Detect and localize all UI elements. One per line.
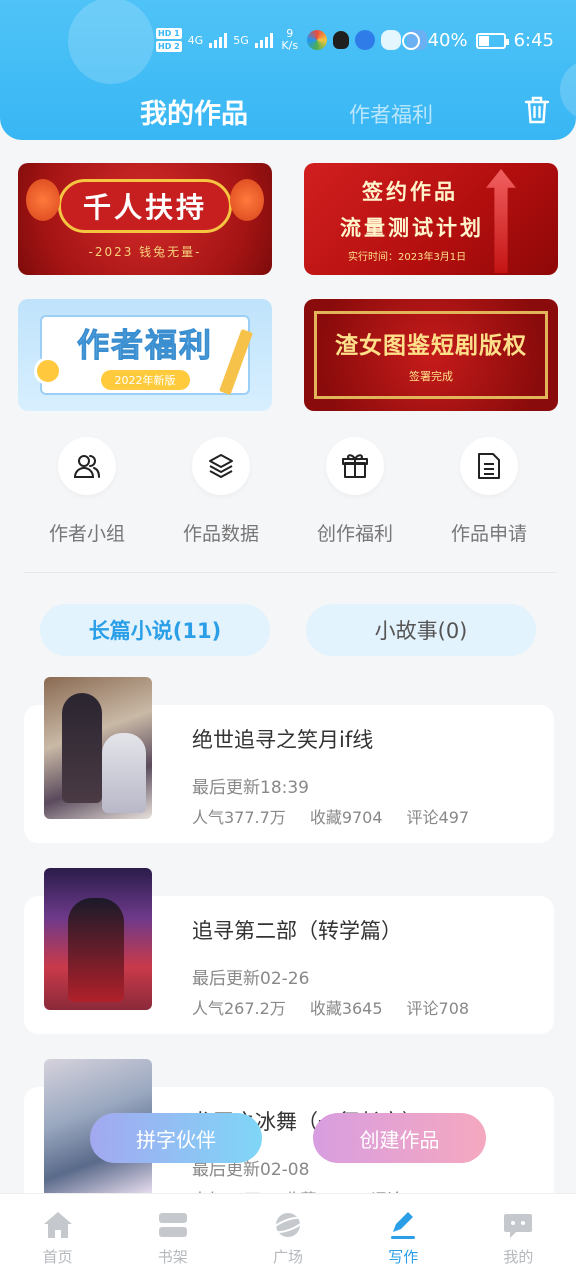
trash-icon[interactable] xyxy=(523,95,551,125)
app-notification-icon xyxy=(306,30,327,50)
work-favorites: 收藏9704 xyxy=(309,808,383,827)
work-favorites: 收藏3645 xyxy=(309,999,383,1018)
quick-link-creation-benefits[interactable]: 创作福利 xyxy=(305,437,405,546)
work-stats: 人气267.2万 收藏3645 评论708 xyxy=(192,995,469,1019)
lantern-icon xyxy=(230,179,264,221)
banner-subtitle: 实行时间：2023年3月1日 xyxy=(348,251,467,263)
net1-label: 4G xyxy=(187,33,204,47)
segment-long-novels[interactable]: 长篇小说(11) xyxy=(40,604,270,656)
tab-my-works[interactable]: 我的作品 xyxy=(140,92,248,131)
lantern-icon xyxy=(26,179,60,221)
hd1-badge: HD 1 xyxy=(156,28,182,39)
quick-link-label: 作品申请 xyxy=(450,523,527,545)
hd2-badge: HD 2 xyxy=(156,41,182,52)
battery-percent: 40% xyxy=(427,30,468,51)
network-speed: 9 K/s xyxy=(281,27,299,52)
quick-link-label: 作品数据 xyxy=(182,523,259,545)
work-updated: 最后更新02-26 xyxy=(192,969,310,989)
banner-signed-traffic-test[interactable]: 签约作品 流量测试计划 实行时间：2023年3月1日 xyxy=(304,163,558,275)
chat-icon xyxy=(504,1214,533,1238)
nav-label: 写作 xyxy=(388,1248,419,1266)
banner-title: 签约作品 xyxy=(362,178,458,204)
banner-title: 作者福利 xyxy=(76,326,213,365)
nav-label: 广场 xyxy=(273,1248,304,1266)
gift-icon xyxy=(342,454,368,478)
planet-icon xyxy=(272,1213,304,1237)
header: HD 1 HD 2 4G 5G 9 K/s 40% 6:45 我的作品 作者福利 xyxy=(0,0,576,140)
banner-frame xyxy=(314,311,548,399)
clock: 6:45 xyxy=(513,30,554,51)
work-popularity: 人气267.2万 xyxy=(192,999,286,1018)
banner-thousand-support[interactable]: 千人扶持 -2023 钱兔无量- xyxy=(18,163,272,275)
nav-label: 书架 xyxy=(157,1248,188,1266)
arrow-icon xyxy=(486,169,516,273)
nav-mine[interactable]: 我的 xyxy=(461,1194,576,1280)
banner-drama-rights[interactable]: 渣女图鉴短剧版权 签署完成 xyxy=(304,299,558,411)
clock-icon xyxy=(34,357,62,385)
nav-label: 首页 xyxy=(42,1248,73,1266)
quick-link-work-application[interactable]: 作品申请 xyxy=(439,437,539,546)
pen-icon xyxy=(391,1212,416,1239)
quick-link-author-group[interactable]: 作者小组 xyxy=(37,437,137,546)
work-title[interactable]: 追寻第二部（转学篇） xyxy=(192,915,402,945)
quick-link-work-data[interactable]: 作品数据 xyxy=(171,437,271,546)
nav-plaza[interactable]: 广场 xyxy=(230,1194,345,1280)
banner-title: 千人扶持 xyxy=(57,178,232,233)
nav-bookshelf[interactable]: 书架 xyxy=(115,1194,230,1280)
work-cover[interactable] xyxy=(44,677,152,819)
tab-author-benefits[interactable]: 作者福利 xyxy=(349,99,433,129)
work-stats: 人气377.7万 收藏9704 评论497 xyxy=(192,804,469,828)
divider xyxy=(24,572,556,573)
document-icon xyxy=(478,453,500,479)
word-partner-button[interactable]: 拼字伙伴 xyxy=(90,1113,262,1163)
users-icon xyxy=(73,455,100,478)
home-icon xyxy=(43,1212,72,1238)
quick-link-label: 创作福利 xyxy=(316,523,393,545)
work-title[interactable]: 绝世追寻之笑月if线 xyxy=(192,724,373,754)
banner-title-2: 流量测试计划 xyxy=(340,214,484,240)
decor-bubble xyxy=(560,60,576,120)
nav-label: 我的 xyxy=(503,1248,534,1266)
net2-label: 5G xyxy=(233,33,249,47)
segment-short-stories[interactable]: 小故事(0) xyxy=(306,604,536,656)
work-comments: 评论497 xyxy=(406,808,470,827)
layers-icon xyxy=(209,454,233,478)
status-bar: HD 1 HD 2 4G 5G 9 K/s 40% 6:45 xyxy=(0,26,576,62)
quick-link-label: 作者小组 xyxy=(48,523,125,545)
bottom-nav: 首页 书架 广场 写作 我的 xyxy=(0,1193,576,1280)
bookshelf-icon xyxy=(158,1213,187,1237)
banner-subtitle: 2022年新版 xyxy=(100,370,190,390)
wechat-icon xyxy=(380,30,401,50)
create-work-button[interactable]: 创建作品 xyxy=(313,1113,486,1163)
signal-icon xyxy=(254,32,273,48)
signal-icon xyxy=(209,32,228,48)
qq-icon xyxy=(332,31,349,49)
work-updated: 最后更新18:39 xyxy=(192,778,309,798)
battery-icon xyxy=(475,32,509,49)
banner-subtitle: -2023 钱兔无量- xyxy=(88,244,202,259)
nav-write[interactable]: 写作 xyxy=(346,1194,461,1280)
work-comments: 评论708 xyxy=(406,999,470,1018)
work-popularity: 人气377.7万 xyxy=(192,808,286,827)
nav-home[interactable]: 首页 xyxy=(0,1194,115,1280)
alarm-icon xyxy=(401,31,420,50)
work-cover[interactable] xyxy=(44,868,152,1010)
browser-icon xyxy=(354,30,375,50)
banner-author-benefits[interactable]: 作者福利 2022年新版 xyxy=(18,299,272,411)
